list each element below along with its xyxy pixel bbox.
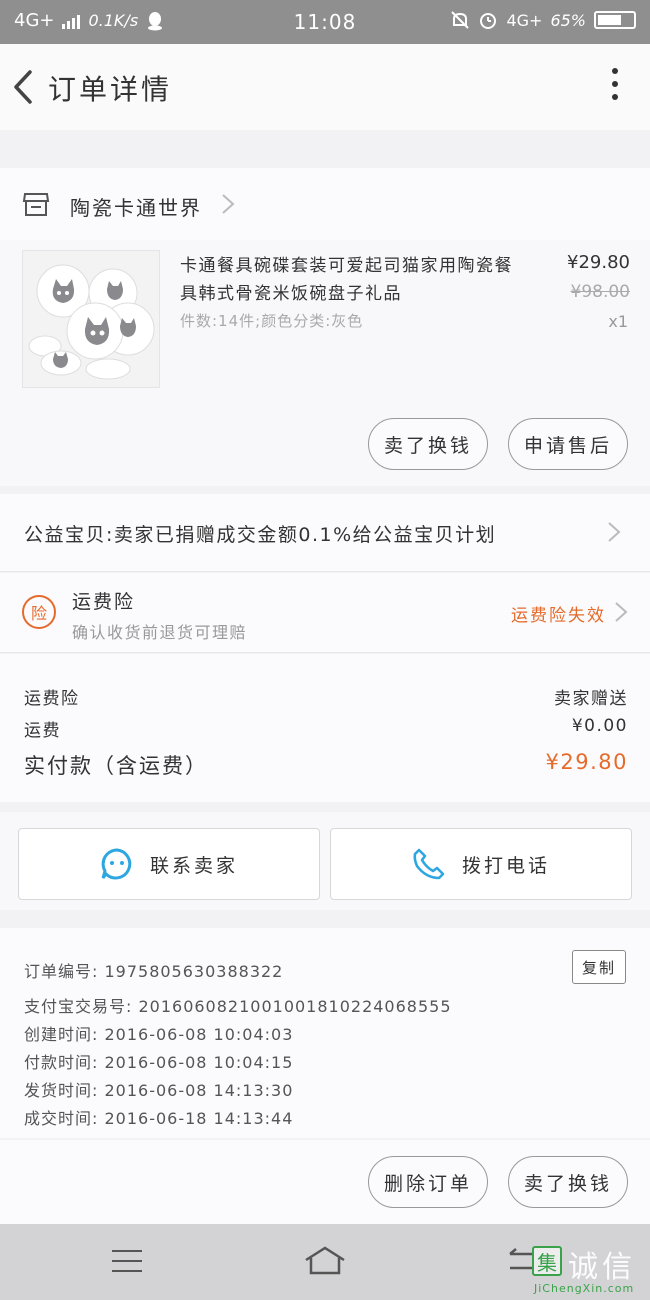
store-icon — [22, 193, 50, 216]
fee-row-shipping: 运费 ¥0.00 — [24, 716, 628, 741]
page-title: 订单详情 — [48, 73, 173, 106]
shop-row[interactable]: 陶瓷卡通世界 — [0, 168, 650, 240]
order-number: 订单编号: 1975805630388322 — [24, 962, 284, 981]
fee-shipping-label: 运费 — [24, 721, 61, 741]
watermark-text: 诚信 — [568, 1250, 636, 1285]
back-arrow-icon[interactable] — [8, 64, 44, 110]
status-right: 4G+ 65% — [450, 10, 636, 30]
shipping-insurance-row[interactable]: 险 运费险 确认收货前退货可理赔 运费险失效 — [0, 573, 650, 653]
created-time: 创建时间: 2016-06-08 10:04:03 — [24, 1025, 294, 1044]
resell-button[interactable]: 卖了换钱 — [368, 418, 488, 470]
order-actions: 删除订单 卖了换钱 — [0, 1140, 650, 1224]
call-phone-button[interactable]: 拨打电话 — [330, 828, 632, 900]
order-info: 订单编号: 1975805630388322 复制 支付宝交易号: 201606… — [0, 928, 650, 1138]
app-header: 订单详情 — [0, 44, 650, 130]
fee-insurance-value: 卖家赠送 — [554, 689, 628, 709]
after-sale-button[interactable]: 申请售后 — [508, 418, 628, 470]
status-bar: 4G+ 0.1K/s 11:08 4G+ 65% — [0, 0, 650, 44]
total-label: 实付款（含运费） — [24, 754, 208, 778]
call-phone-label: 拨打电话 — [461, 854, 550, 877]
mute-icon — [451, 11, 470, 29]
fee-insurance-label: 运费险 — [24, 689, 80, 709]
fees-summary: 运费险 卖家赠送 运费 ¥0.00 实付款（含运费） ¥29.80 — [0, 654, 650, 802]
system-nav-bar: 集 诚信 JiChengXin.com — [0, 1224, 650, 1300]
menu-icon[interactable] — [112, 1250, 142, 1274]
product-title[interactable]: 卡通餐具碗碟套装可爱起司猫家用陶瓷餐具韩式骨瓷米饭碗盘子礼品 — [180, 252, 520, 308]
fee-row-insurance: 运费险 卖家赠送 — [24, 684, 628, 709]
battery-percent: 65% — [550, 10, 586, 30]
total-value: ¥29.80 — [545, 750, 628, 774]
product-quantity: x1 — [608, 312, 628, 331]
home-icon[interactable] — [302, 1244, 348, 1278]
cat-dishes-image — [23, 251, 159, 387]
watermark: 集 诚信 JiChengXin.com — [532, 1242, 644, 1298]
chevron-right-icon — [615, 602, 628, 622]
charity-text: 公益宝贝:卖家已捐赠成交金额0.1%给公益宝贝计划 — [24, 524, 497, 546]
insurance-badge-icon: 险 — [22, 595, 56, 629]
watermark-domain: JiChengXin.com — [534, 1282, 635, 1295]
shipped-time: 发货时间: 2016-06-08 14:13:30 — [24, 1081, 294, 1100]
paid-time: 付款时间: 2016-06-08 10:04:15 — [24, 1053, 294, 1072]
charity-row[interactable]: 公益宝贝:卖家已捐赠成交金额0.1%给公益宝贝计划 — [0, 494, 650, 572]
product-spec: 件数:14件;颜色分类:灰色 — [180, 312, 364, 330]
insurance-name: 运费险 — [72, 591, 136, 613]
insurance-status: 运费险失效 — [511, 606, 606, 626]
network-type-right: 4G+ — [506, 10, 543, 30]
watermark-logo: 集 — [532, 1246, 562, 1276]
more-options-icon[interactable] — [610, 68, 620, 108]
chevron-right-icon — [222, 194, 235, 214]
contact-seller-label: 联系卖家 — [149, 854, 238, 877]
fee-shipping-value: ¥0.00 — [571, 716, 628, 736]
alipay-number: 支付宝交易号: 2016060821001001810224068555 — [24, 997, 452, 1016]
contact-section: 联系卖家 拨打电话 — [0, 812, 650, 910]
phone-icon — [413, 848, 445, 880]
fee-row-total: 实付款（含运费） ¥29.80 — [24, 750, 628, 780]
copy-button[interactable]: 复制 — [572, 950, 626, 984]
delete-order-button[interactable]: 删除订单 — [368, 1156, 488, 1208]
product-price: ¥29.80 — [567, 252, 630, 273]
chat-bubble-icon — [101, 848, 132, 880]
shop-name: 陶瓷卡通世界 — [70, 196, 202, 220]
chevron-right-icon — [608, 522, 621, 542]
completed-time: 成交时间: 2016-06-18 14:13:44 — [24, 1109, 294, 1128]
alarm-icon — [480, 13, 497, 29]
battery-icon — [594, 11, 636, 29]
product-thumbnail[interactable] — [22, 250, 160, 388]
resell-bottom-button[interactable]: 卖了换钱 — [508, 1156, 628, 1208]
insurance-description: 确认收货前退货可理赔 — [72, 623, 248, 642]
product-original-price: ¥98.00 — [570, 282, 630, 302]
product-card: 卡通餐具碗碟套装可爱起司猫家用陶瓷餐具韩式骨瓷米饭碗盘子礼品 件数:14件;颜色… — [0, 240, 650, 486]
contact-seller-button[interactable]: 联系卖家 — [18, 828, 320, 900]
